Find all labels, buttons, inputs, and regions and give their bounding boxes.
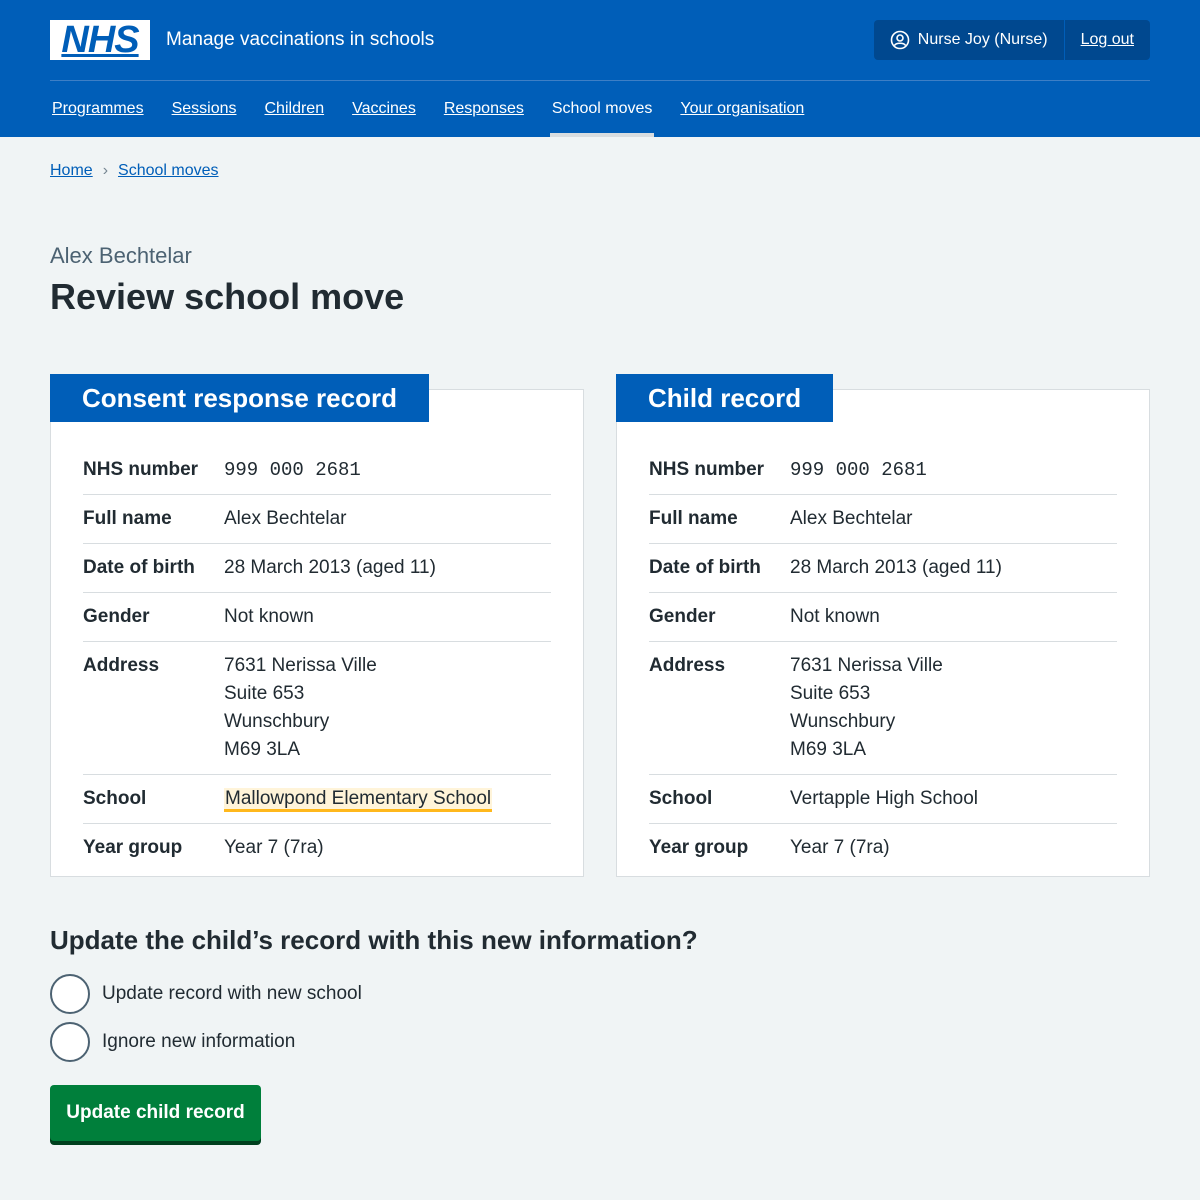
address-line: M69 3LA	[224, 739, 301, 760]
row-key: Year group	[83, 837, 183, 858]
summary-row-year-group: Year group Year 7 (7ra)	[83, 824, 551, 872]
radio-update-record[interactable]: Update record with new school	[50, 974, 362, 1014]
nav-sessions[interactable]: Sessions	[170, 81, 239, 137]
nhs-logo-text: NHS	[61, 19, 139, 61]
row-value: Mallowpond Elementary School	[224, 785, 551, 813]
row-key: Gender	[83, 606, 150, 627]
row-key: Gender	[649, 606, 716, 627]
user-icon	[890, 30, 910, 50]
account-user-name: Nurse Joy (Nurse)	[917, 31, 1048, 48]
address-line: 7631 Nerissa Ville	[224, 655, 377, 676]
account-menu: Nurse Joy (Nurse) Log out	[873, 20, 1150, 60]
nhs-logo[interactable]: NHS	[50, 20, 150, 60]
address-line: Wunschbury	[224, 711, 330, 732]
row-key: Address	[83, 655, 160, 676]
header-top: NHS Manage vaccinations in schools Nurse…	[50, 20, 1150, 60]
row-value: Alex Bechtelar	[790, 508, 913, 529]
primary-nav: Programmes Sessions Children Vaccines Re…	[50, 81, 830, 137]
radio-label: Update record with new school	[102, 983, 362, 1004]
row-value: Year 7 (7ra)	[790, 837, 890, 858]
address-line: 7631 Nerissa Ville	[790, 655, 943, 676]
radio-ignore-information[interactable]: Ignore new information	[50, 1022, 295, 1062]
row-value: 28 March 2013 (aged 11)	[790, 557, 1002, 578]
row-key: Date of birth	[83, 557, 195, 578]
summary-row-date-of-birth: Date of birth 28 March 2013 (aged 11)	[649, 544, 1117, 593]
radio-label: Ignore new information	[102, 1031, 296, 1052]
summary-row-full-name: Full name Alex Bechtelar	[83, 495, 551, 544]
nav-programmes[interactable]: Programmes	[50, 81, 146, 137]
row-key: Full name	[649, 508, 738, 529]
card-heading: Consent response record	[50, 374, 429, 422]
consent-response-card: Consent response record NHS number 999 0…	[50, 374, 584, 877]
summary-row-school: School Vertapple High School	[649, 775, 1117, 824]
site-header: NHS Manage vaccinations in schools Nurse…	[0, 0, 1200, 137]
summary-list: NHS number 999 000 2681 Full name Alex B…	[649, 446, 1117, 872]
row-key: Year group	[649, 837, 749, 858]
changed-value-highlight: Mallowpond Elementary School	[224, 788, 493, 812]
update-child-record-button[interactable]: Update child record	[50, 1085, 261, 1141]
summary-row-year-group: Year group Year 7 (7ra)	[649, 824, 1117, 872]
summary-row-gender: Gender Not known	[649, 593, 1117, 642]
row-value: 7631 Nerissa Ville Suite 653 Wunschbury …	[790, 652, 1117, 764]
address-line: Suite 653	[790, 683, 871, 704]
summary-list: NHS number 999 000 2681 Full name Alex B…	[83, 446, 551, 872]
radio-button[interactable]	[50, 974, 90, 1014]
row-key: NHS number	[649, 459, 765, 480]
row-key: School	[649, 788, 713, 809]
summary-row-address: Address 7631 Nerissa Ville Suite 653 Wun…	[83, 642, 551, 775]
breadcrumb-school-moves[interactable]: School moves	[118, 162, 219, 180]
summary-row-date-of-birth: Date of birth 28 March 2013 (aged 11)	[83, 544, 551, 593]
row-value: Not known	[224, 606, 314, 627]
row-key: School	[83, 788, 147, 809]
summary-row-school: School Mallowpond Elementary School	[83, 775, 551, 824]
chevron-right-icon: ›	[102, 162, 109, 179]
breadcrumb-home[interactable]: Home	[50, 162, 93, 180]
address-line: Suite 653	[224, 683, 305, 704]
row-value: Vertapple High School	[790, 788, 979, 809]
address-line: Wunschbury	[790, 711, 896, 732]
logout-link[interactable]: Log out	[1065, 20, 1150, 60]
row-key: Address	[649, 655, 726, 676]
nav-responses[interactable]: Responses	[442, 81, 526, 137]
address-line: M69 3LA	[790, 739, 867, 760]
row-value: 28 March 2013 (aged 11)	[224, 557, 436, 578]
summary-row-nhs-number: NHS number 999 000 2681	[83, 446, 551, 495]
account-user: Nurse Joy (Nurse)	[874, 20, 1065, 60]
row-value: Year 7 (7ra)	[224, 837, 324, 858]
row-value: 7631 Nerissa Ville Suite 653 Wunschbury …	[224, 652, 551, 764]
row-value: Alex Bechtelar	[224, 508, 347, 529]
summary-row-address: Address 7631 Nerissa Ville Suite 653 Wun…	[649, 642, 1117, 775]
summary-row-full-name: Full name Alex Bechtelar	[649, 495, 1117, 544]
row-key: Full name	[83, 508, 172, 529]
service-name[interactable]: Manage vaccinations in schools	[166, 20, 434, 60]
breadcrumb: Home › School moves	[50, 162, 219, 180]
nav-your-organisation[interactable]: Your organisation	[678, 81, 806, 137]
nav-vaccines[interactable]: Vaccines	[350, 81, 418, 137]
form-question: Update the child’s record with this new …	[50, 925, 698, 955]
nav-children[interactable]: Children	[263, 81, 327, 137]
child-record-card: Child record NHS number 999 000 2681 Ful…	[616, 374, 1150, 877]
summary-row-nhs-number: NHS number 999 000 2681	[649, 446, 1117, 495]
row-key: NHS number	[83, 459, 199, 480]
nav-school-moves[interactable]: School moves	[549, 81, 655, 137]
row-value: 999 000 2681	[790, 459, 927, 481]
summary-row-gender: Gender Not known	[83, 593, 551, 642]
row-key: Date of birth	[649, 557, 761, 578]
row-value: 999 000 2681	[224, 459, 361, 481]
card-heading: Child record	[616, 374, 834, 422]
page-title: Review school move	[50, 276, 405, 317]
row-value: Not known	[790, 606, 880, 627]
page-caption: Alex Bechtelar	[50, 243, 192, 268]
radio-button[interactable]	[50, 1022, 90, 1062]
